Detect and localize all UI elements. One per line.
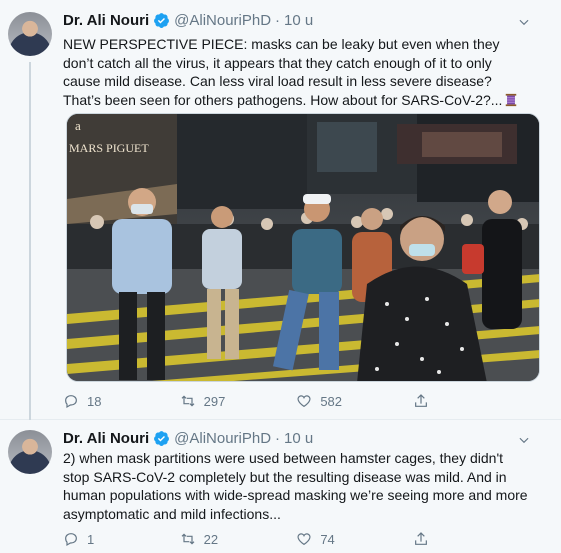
reply-icon: [65, 395, 77, 409]
tweet-text: NEW PERSPECTIVE PIECE: masks can be leak…: [63, 35, 533, 109]
separator-dot: ·: [275, 430, 281, 447]
like-count: 582: [320, 393, 343, 409]
share-icon: [415, 394, 427, 407]
separator-dot: ·: [275, 12, 281, 29]
reply-button[interactable]: 18: [63, 393, 123, 409]
retweet-button[interactable]: 297: [180, 393, 240, 409]
chevron-down-icon[interactable]: [517, 15, 531, 29]
tweet-image[interactable]: a MARS PIGUET: [66, 113, 540, 382]
author-handle[interactable]: @AliNouriPhD: [174, 430, 271, 447]
like-button[interactable]: 74: [296, 531, 356, 547]
heart-icon: [297, 533, 311, 546]
tweet-timestamp[interactable]: 10 u: [284, 430, 313, 447]
retweet-icon: [181, 533, 195, 545]
retweet-button[interactable]: 22: [180, 531, 240, 547]
reply-count: 1: [87, 531, 95, 547]
share-button[interactable]: [413, 531, 473, 547]
thread-spool-icon: [506, 93, 517, 106]
reply-icon: [65, 533, 77, 547]
share-icon: [415, 532, 427, 545]
tweet-body: NEW PERSPECTIVE PIECE: masks can be leak…: [63, 36, 503, 108]
reply-count: 18: [87, 393, 102, 409]
tweet-header: Dr. Ali Nouri @AliNouriPhD · 10 u: [63, 12, 313, 29]
tweet-timestamp[interactable]: 10 u: [284, 12, 313, 29]
author-name[interactable]: Dr. Ali Nouri: [63, 430, 149, 447]
tweet-header: Dr. Ali Nouri @AliNouriPhD · 10 u: [63, 430, 313, 447]
reply-button[interactable]: 1: [63, 531, 123, 547]
retweet-count: 22: [203, 531, 219, 547]
tweet-2[interactable]: Dr. Ali Nouri @AliNouriPhD · 10 u 2) whe…: [0, 420, 561, 553]
author-avatar[interactable]: [8, 430, 52, 474]
author-avatar[interactable]: [8, 12, 52, 56]
image-sign-letter: a: [75, 118, 81, 133]
tweet-actions: 1 22 74: [63, 531, 473, 547]
verified-badge-icon: [153, 12, 170, 29]
author-handle[interactable]: @AliNouriPhD: [174, 12, 271, 29]
thread-connector-line: [29, 62, 31, 420]
chevron-down-icon[interactable]: [517, 433, 531, 447]
tweet-actions: 18 297 582: [63, 393, 473, 409]
like-button[interactable]: 582: [296, 393, 356, 409]
heart-icon: [297, 395, 311, 408]
verified-badge-icon: [153, 430, 170, 447]
tweet-1[interactable]: Dr. Ali Nouri @AliNouriPhD · 10 u NEW PE…: [0, 0, 561, 420]
tweet-text: 2) when mask partitions were used betwee…: [63, 450, 528, 522]
retweet-icon: [181, 395, 195, 407]
image-sign-text: MARS PIGUET: [69, 141, 149, 155]
share-button[interactable]: [413, 393, 473, 409]
like-count: 74: [320, 531, 335, 547]
retweet-count: 297: [203, 393, 226, 409]
author-name[interactable]: Dr. Ali Nouri: [63, 12, 149, 29]
